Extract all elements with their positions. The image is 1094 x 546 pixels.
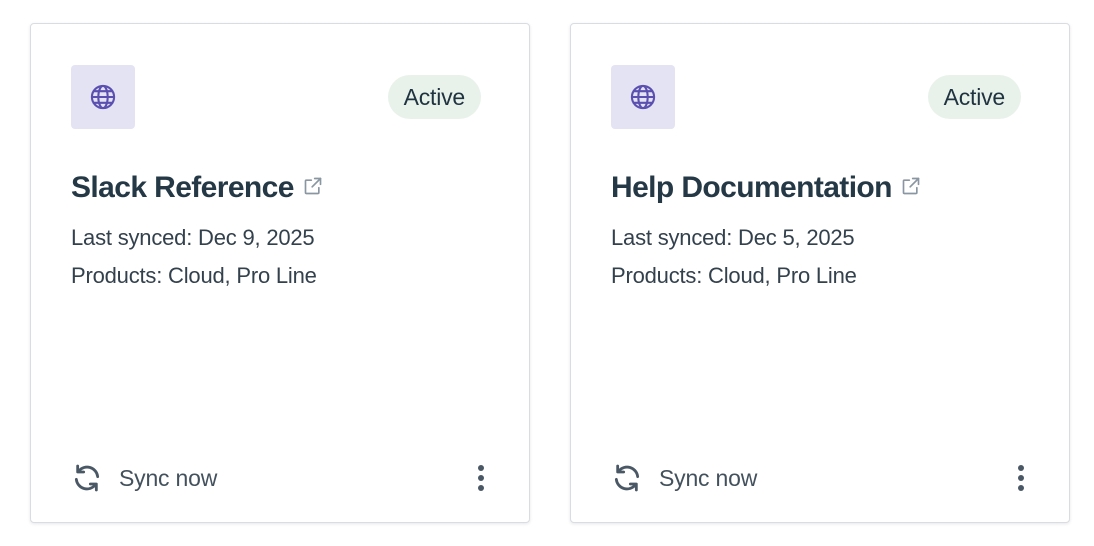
globe-icon [89,83,117,111]
source-title[interactable]: Slack Reference [71,169,294,207]
external-link-icon[interactable] [901,176,921,196]
source-card-grid: Active Slack Reference Last synced: Dec … [0,0,1094,546]
sync-now-button[interactable]: Sync now [611,458,757,498]
source-icon-tile [611,65,675,129]
status-badge: Active [927,75,1021,119]
more-vertical-icon [1017,464,1025,492]
more-vertical-icon [477,464,485,492]
source-card: Active Slack Reference Last synced: Dec … [30,23,530,523]
sync-now-label: Sync now [659,464,758,491]
products-text: Products: Cloud, Pro Line [611,263,857,288]
sync-now-button[interactable]: Sync now [71,458,217,498]
globe-icon [629,83,657,111]
products-text: Products: Cloud, Pro Line [71,263,317,288]
refresh-icon [71,462,103,494]
last-synced-text: Last synced: Dec 5, 2025 [611,225,855,250]
sync-now-label: Sync now [119,464,218,491]
status-badge: Active [387,75,481,119]
source-title[interactable]: Help Documentation [611,169,892,207]
card-title-row[interactable]: Slack Reference [71,169,323,207]
source-card: Active Help Documentation Last synced: D… [570,23,1070,523]
last-synced-text: Last synced: Dec 9, 2025 [71,225,315,250]
more-options-button[interactable] [1005,460,1037,496]
source-icon-tile [71,65,135,129]
more-options-button[interactable] [465,460,497,496]
card-title-row[interactable]: Help Documentation [611,169,921,207]
external-link-icon[interactable] [303,176,323,196]
refresh-icon [611,462,643,494]
